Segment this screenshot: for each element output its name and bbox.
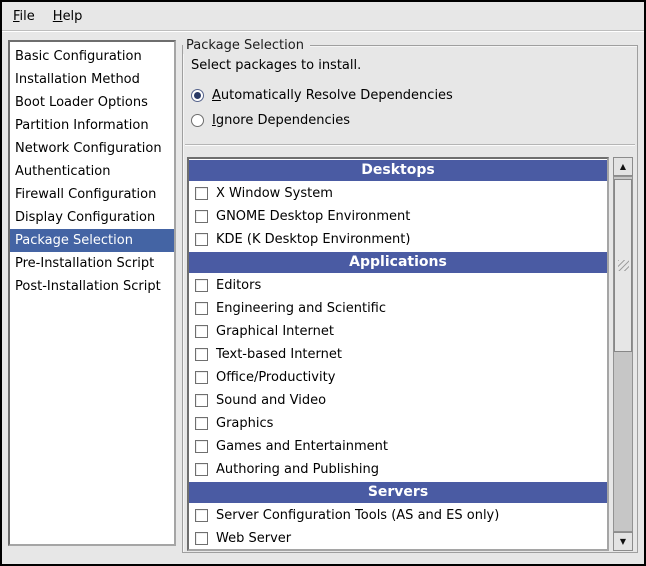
frame-title: Package Selection bbox=[183, 37, 310, 54]
menu-item-label: ile bbox=[20, 9, 35, 24]
package-label: Games and Entertainment bbox=[216, 439, 388, 454]
package-row[interactable]: Authoring and Publishing bbox=[189, 458, 607, 481]
radio-button-icon[interactable] bbox=[191, 89, 204, 102]
accel-letter: A bbox=[212, 88, 221, 103]
horizontal-separator bbox=[185, 144, 635, 146]
package-row[interactable]: Server Configuration Tools (AS and ES on… bbox=[189, 504, 607, 527]
description-label: Select packages to install. bbox=[191, 58, 361, 73]
checkbox-office-productivity[interactable] bbox=[195, 371, 208, 384]
package-row[interactable]: Engineering and Scientific bbox=[189, 297, 607, 320]
scrollbar-up-button[interactable]: ▲ bbox=[613, 157, 633, 176]
checkbox-text-based-internet[interactable] bbox=[195, 348, 208, 361]
menu-bar: FileHelp bbox=[2, 2, 644, 31]
package-label: Text-based Internet bbox=[216, 347, 342, 362]
package-row[interactable]: Editors bbox=[189, 274, 607, 297]
package-label: Editors bbox=[216, 278, 261, 293]
category-header-row: Applications bbox=[189, 251, 607, 274]
checkbox-server-configuration-tools-as-and-es-only[interactable] bbox=[195, 509, 208, 522]
package-row[interactable]: X Window System bbox=[189, 182, 607, 205]
scrollbar-down-button[interactable]: ▼ bbox=[613, 532, 633, 551]
checkbox-editors[interactable] bbox=[195, 279, 208, 292]
sidebar-item-pre-installation-script[interactable]: Pre-Installation Script bbox=[10, 252, 174, 275]
checkbox-graphics[interactable] bbox=[195, 417, 208, 430]
category-header: Applications bbox=[189, 252, 607, 273]
package-row[interactable]: Office/Productivity bbox=[189, 366, 607, 389]
radio-option-ignore-dependencies[interactable]: Ignore Dependencies bbox=[191, 109, 453, 132]
package-selection-frame: Package Selection Select packages to ins… bbox=[182, 45, 638, 553]
category-header: Servers bbox=[189, 482, 607, 503]
sidebar-item-basic-configuration[interactable]: Basic Configuration bbox=[10, 45, 174, 68]
down-arrow-icon: ▼ bbox=[620, 538, 626, 546]
package-label: Sound and Video bbox=[216, 393, 326, 408]
package-row[interactable]: Graphical Internet bbox=[189, 320, 607, 343]
scrollbar-grip-icon bbox=[618, 260, 629, 271]
package-label: Authoring and Publishing bbox=[216, 462, 379, 477]
radio-option-automatically-resolve-dependencies[interactable]: Automatically Resolve Dependencies bbox=[191, 84, 453, 107]
package-label: Web Server bbox=[216, 531, 291, 546]
package-row[interactable]: GNOME Desktop Environment bbox=[189, 205, 607, 228]
radio-button-icon[interactable] bbox=[191, 114, 204, 127]
vertical-scrollbar[interactable]: ▲ ▼ bbox=[613, 157, 633, 551]
scrollbar-thumb[interactable] bbox=[614, 179, 632, 352]
category-header-row: Desktops bbox=[189, 159, 607, 182]
package-label: Graphics bbox=[216, 416, 273, 431]
sidebar-item-post-installation-script[interactable]: Post-Installation Script bbox=[10, 275, 174, 298]
sidebar-item-network-configuration[interactable]: Network Configuration bbox=[10, 137, 174, 160]
package-label: GNOME Desktop Environment bbox=[216, 209, 410, 224]
menu-item-help[interactable]: Help bbox=[44, 4, 92, 29]
checkbox-games-and-entertainment[interactable] bbox=[195, 440, 208, 453]
package-label: KDE (K Desktop Environment) bbox=[216, 232, 410, 247]
category-header-row: Servers bbox=[189, 481, 607, 504]
checkbox-x-window-system[interactable] bbox=[195, 187, 208, 200]
package-list: Desktops X Window System GNOME Desktop Env… bbox=[187, 157, 609, 551]
sidebar-item-partition-information[interactable]: Partition Information bbox=[10, 114, 174, 137]
dependency-radio-group: Automatically Resolve Dependencies Ignore… bbox=[191, 84, 453, 134]
sidebar-item-display-configuration[interactable]: Display Configuration bbox=[10, 206, 174, 229]
package-label: Office/Productivity bbox=[216, 370, 335, 385]
category-header: Desktops bbox=[189, 160, 607, 181]
checkbox-graphical-internet[interactable] bbox=[195, 325, 208, 338]
sidebar-item-installation-method[interactable]: Installation Method bbox=[10, 68, 174, 91]
checkbox-sound-and-video[interactable] bbox=[195, 394, 208, 407]
menu-item-label: elp bbox=[63, 9, 83, 24]
package-row[interactable]: Games and Entertainment bbox=[189, 435, 607, 458]
app-window: FileHelp Basic ConfigurationInstallation… bbox=[0, 0, 646, 566]
label-rest: gnore Dependencies bbox=[216, 113, 350, 128]
sidebar-item-firewall-configuration[interactable]: Firewall Configuration bbox=[10, 183, 174, 206]
checkbox-authoring-and-publishing[interactable] bbox=[195, 463, 208, 476]
sidebar-item-package-selection[interactable]: Package Selection bbox=[10, 229, 174, 252]
checkbox-web-server[interactable] bbox=[195, 532, 208, 545]
package-row[interactable]: KDE (K Desktop Environment) bbox=[189, 228, 607, 251]
radio-label: Ignore Dependencies bbox=[212, 113, 350, 128]
package-row[interactable]: Sound and Video bbox=[189, 389, 607, 412]
sidebar-item-authentication[interactable]: Authentication bbox=[10, 160, 174, 183]
package-row[interactable]: Graphics bbox=[189, 412, 607, 435]
menu-item-file[interactable]: File bbox=[4, 4, 44, 29]
package-label: X Window System bbox=[216, 186, 333, 201]
package-row[interactable]: Web Server bbox=[189, 527, 607, 550]
radio-dot-icon bbox=[194, 92, 201, 99]
accel-letter: H bbox=[53, 9, 63, 24]
radio-label: Automatically Resolve Dependencies bbox=[212, 88, 453, 103]
scrollbar-track[interactable] bbox=[613, 176, 633, 532]
package-label: Engineering and Scientific bbox=[216, 301, 386, 316]
checkbox-engineering-and-scientific[interactable] bbox=[195, 302, 208, 315]
package-label: Graphical Internet bbox=[216, 324, 334, 339]
package-list-container: Desktops X Window System GNOME Desktop Env… bbox=[187, 157, 633, 551]
up-arrow-icon: ▲ bbox=[620, 163, 626, 171]
sidebar-item-boot-loader-options[interactable]: Boot Loader Options bbox=[10, 91, 174, 114]
label-rest: utomatically Resolve Dependencies bbox=[221, 88, 453, 103]
package-row[interactable]: Text-based Internet bbox=[189, 343, 607, 366]
checkbox-gnome-desktop-environment[interactable] bbox=[195, 210, 208, 223]
checkbox-kde-k-desktop-environment[interactable] bbox=[195, 233, 208, 246]
sidebar-nav: Basic ConfigurationInstallation MethodBo… bbox=[8, 40, 176, 546]
package-label: Server Configuration Tools (AS and ES on… bbox=[216, 508, 499, 523]
